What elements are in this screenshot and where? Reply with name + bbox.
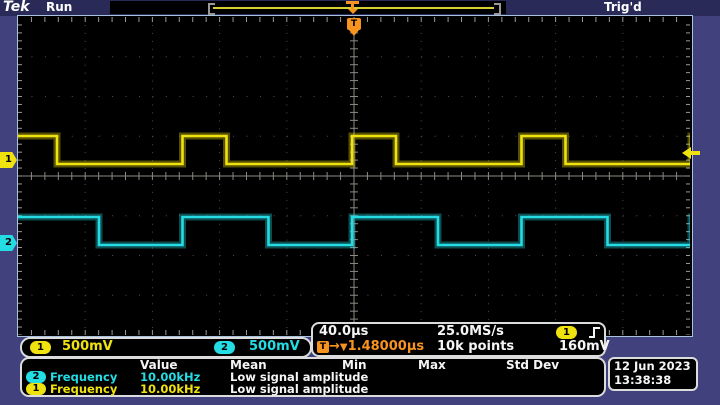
acquisition-status: Run xyxy=(46,1,72,14)
record-length: 10k points xyxy=(437,340,514,354)
trigger-delay-readout: T→▼1.48000µs xyxy=(317,340,424,354)
trigger-delay-value: 1.48000µs xyxy=(348,339,425,354)
trigger-delay-arrow-icon: → xyxy=(329,339,340,354)
measurement-row-ch1: 1 Frequency 10.00kHz Low signal amplitud… xyxy=(22,383,602,395)
oscilloscope-screen: Tek Run Trig'd T 1 2 1 500mV 2 500 xyxy=(0,0,720,405)
channel-readout-bar: 1 500mV 2 500mV xyxy=(20,337,312,358)
view-window-bracket-left-icon xyxy=(208,3,215,15)
measurement-note: Low signal amplitude xyxy=(230,383,368,396)
measurement-name: Frequency xyxy=(50,383,117,396)
top-bar: Tek Run Trig'd xyxy=(0,0,720,16)
trigger-position-bar-marker-icon xyxy=(346,1,359,14)
measurement-value: 10.00kHz xyxy=(140,383,200,396)
trigger-level-arrow-icon xyxy=(682,147,691,159)
ch1-measure-badge: 1 xyxy=(26,383,46,395)
tek-logo: Tek xyxy=(3,0,30,15)
trigger-status: Trig'd xyxy=(604,1,642,14)
record-view-bar xyxy=(110,1,506,14)
sample-rate: 25.0MS/s xyxy=(437,325,504,339)
ch2-measure-badge: 2 xyxy=(26,371,46,383)
date-label: 12 Jun 2023 xyxy=(614,360,691,373)
channel-1-ground-marker: 1 xyxy=(0,152,17,168)
trigger-level: 160mV xyxy=(559,340,610,354)
ch1-scale: 500mV xyxy=(62,340,113,354)
datetime-panel: 12 Jun 2023 13:38:38 xyxy=(608,357,698,391)
channel-2-ground-marker: 2 xyxy=(0,235,17,251)
graticule-canvas xyxy=(18,17,690,335)
horizontal-trigger-box: 40.0µs 25.0MS/s 1 T→▼1.48000µs 10k point… xyxy=(311,322,606,357)
ch2-scale: 500mV xyxy=(249,340,300,354)
trigger-t-box-icon: T xyxy=(347,18,361,30)
trigger-source-badge: 1 xyxy=(556,326,577,339)
view-window-bracket-right-icon xyxy=(494,3,501,15)
trigger-delay-t-icon: T xyxy=(317,341,329,353)
time-per-div: 40.0µs xyxy=(319,325,368,339)
time-label: 13:38:38 xyxy=(614,374,671,387)
ch2-badge: 2 xyxy=(214,341,235,354)
trigger-delay-down-icon: ▼ xyxy=(340,342,348,353)
measurements-panel: Value Mean Min Max Std Dev 2 Frequency 1… xyxy=(20,357,606,397)
trigger-slope-icon xyxy=(587,325,603,340)
ch1-badge: 1 xyxy=(30,341,51,354)
trigger-level-arrow-tail xyxy=(691,151,700,155)
trigger-marker-tip-icon xyxy=(349,30,359,36)
